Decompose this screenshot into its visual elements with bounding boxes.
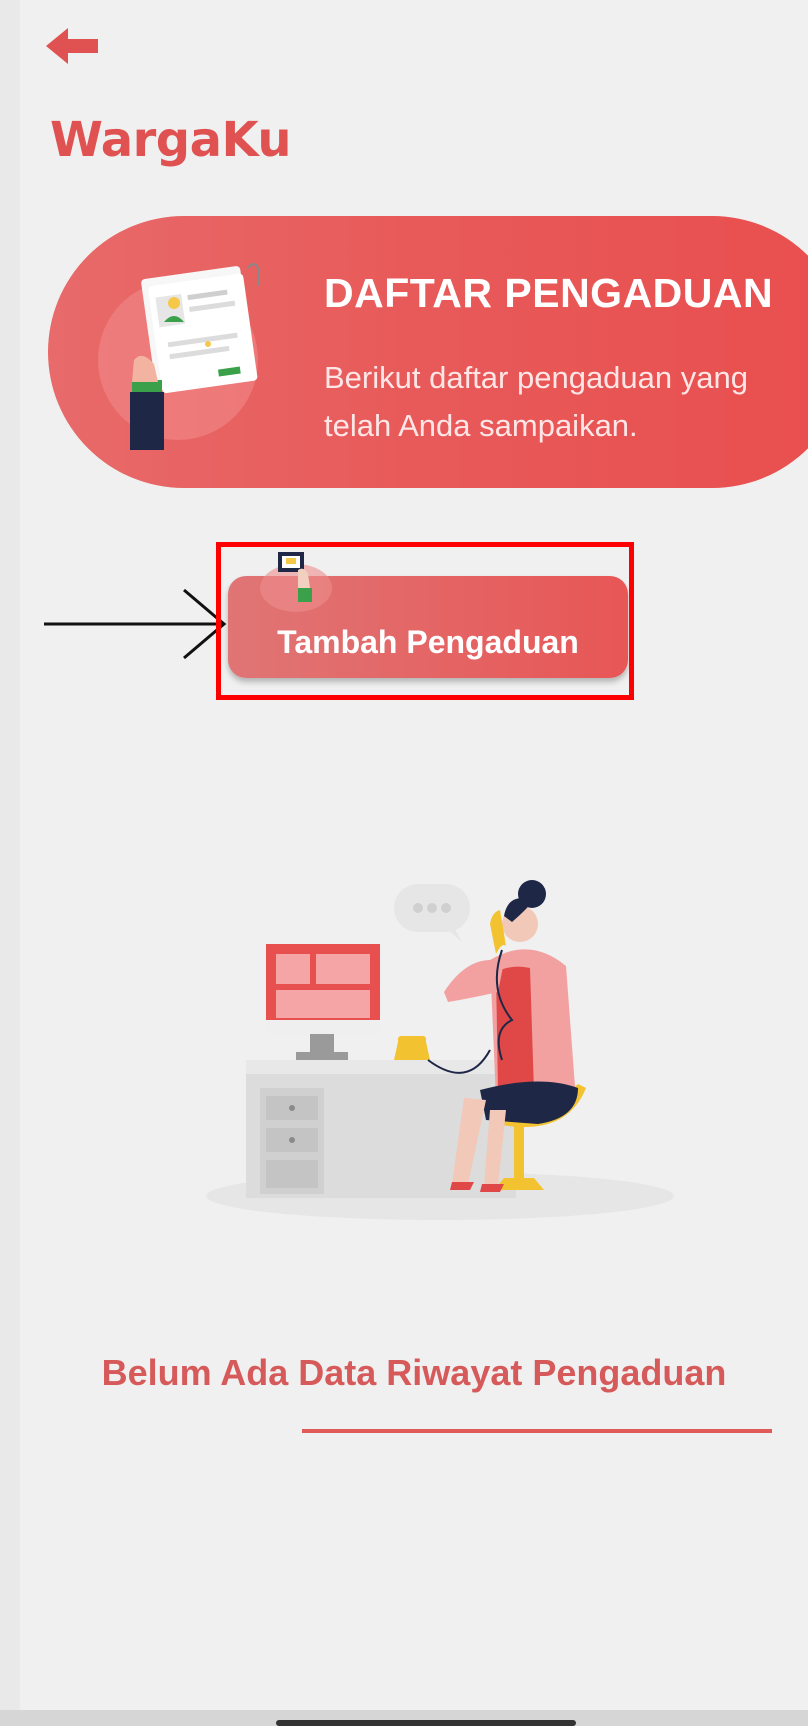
arrow-left-icon: [46, 28, 98, 64]
empty-state-message: Belum Ada Data Riwayat Pengaduan: [101, 1352, 727, 1393]
banner-title: DAFTAR PENGADUAN: [324, 270, 774, 316]
pointer-arrow-icon: [44, 588, 227, 660]
screen-edge: [0, 0, 20, 1726]
complaint-list-screen: WargaKu DAFTAR PENGADUAN Berikut daftar …: [20, 0, 808, 1726]
document-illustration-icon: [98, 263, 259, 450]
home-indicator[interactable]: [276, 1720, 576, 1726]
app-title: WargaKu: [50, 112, 292, 168]
banner-description: Berikut daftar pengaduan yang telah Anda…: [324, 360, 748, 443]
header-banner: DAFTAR PENGADUAN Berikut daftar pengadua…: [48, 216, 808, 488]
highlight-box: [216, 542, 634, 700]
back-button[interactable]: [46, 26, 106, 66]
customer-service-illustration-icon: [206, 880, 674, 1220]
empty-state-divider: [302, 1429, 772, 1433]
